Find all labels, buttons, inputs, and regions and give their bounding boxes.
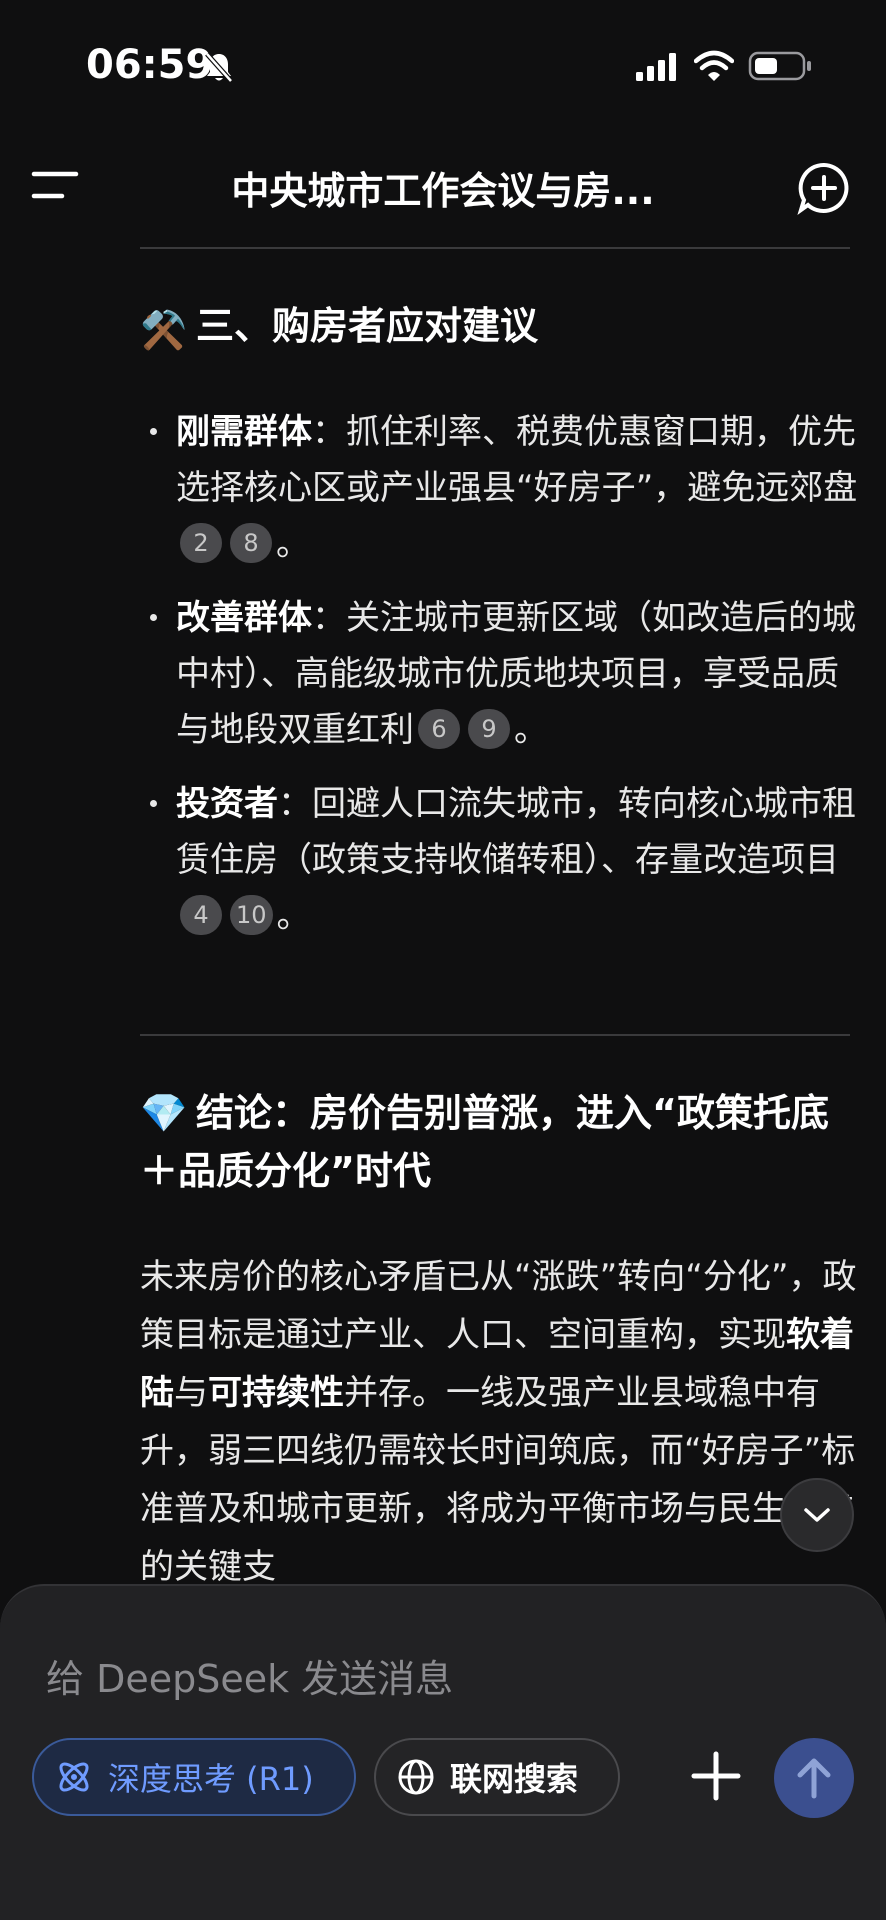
send-button[interactable] [774, 1738, 854, 1818]
section-title: 三、购房者应对建议 [196, 304, 539, 348]
list-item-term: 刚需群体 [176, 412, 312, 452]
page-title[interactable]: 中央城市工作会议与房... [150, 160, 736, 215]
tools-icon: ⚒️ [140, 308, 188, 352]
paragraph-text: 与 [174, 1373, 208, 1413]
bell-slash-icon [205, 52, 233, 83]
citation-badge[interactable]: 8 [230, 523, 272, 563]
header: 中央城市工作会议与房... [0, 150, 886, 222]
status-bar: 06:59 [0, 0, 886, 130]
section-heading: ⚒️ 三、购房者应对建议 [140, 298, 538, 358]
conclusion-heading: 💎 结论：房价告别普涨，进入“政策托底＋品质分化”时代 [140, 1084, 860, 1200]
list-item-end: 。 [276, 896, 311, 936]
list-item: 改善群体：关注城市更新区域（如改造后的城中村）、高能级城市优质地块项目，享受品质… [140, 590, 860, 758]
citation-badge[interactable]: 9 [468, 709, 510, 749]
list-item-term: 投资者 [176, 784, 278, 824]
list-item: 投资者：回避人口流失城市，转向核心城市租赁住房（政策支持收储转租）、存量改造项目… [140, 776, 860, 944]
deepthink-toggle[interactable]: 深度思考 (R1) [32, 1738, 356, 1816]
atom-icon [59, 1762, 89, 1792]
citation-badge[interactable]: 6 [418, 709, 460, 749]
citation-badge[interactable]: 2 [180, 523, 222, 563]
battery-icon [748, 51, 811, 81]
advice-list: 刚需群体：抓住利率、税费优惠窗口期，优先选择核心区或产业强县“好房子”，避免远郊… [140, 404, 860, 962]
conclusion-title: 结论：房价告别普涨，进入“政策托底＋品质分化”时代 [140, 1091, 829, 1193]
chevron-down-icon [804, 1508, 830, 1522]
paragraph-text: 未来房价的核心矛盾已从“涨跌”转向“分化”，政策目标是通过产业、人口、空间重构，… [140, 1257, 857, 1355]
wifi-icon [694, 50, 734, 81]
citation-badge[interactable]: 4 [180, 895, 222, 935]
arrow-up-icon [797, 1758, 831, 1799]
list-item-end: 。 [276, 524, 310, 564]
status-time: 06:59 [86, 42, 214, 88]
list-item-term: 改善群体 [176, 598, 312, 638]
list-item-sep: ： [312, 598, 346, 638]
message-input[interactable] [44, 1646, 828, 1712]
list-item-sep: ： [312, 412, 346, 452]
divider-top [140, 247, 850, 249]
new-chat-icon[interactable] [796, 160, 852, 216]
scroll-down-button[interactable] [780, 1478, 854, 1552]
citation-badge[interactable]: 10 [230, 895, 273, 935]
globe-icon [398, 1759, 434, 1795]
gem-icon: 💎 [140, 1091, 188, 1135]
plus-icon[interactable] [688, 1748, 744, 1804]
divider-middle [140, 1034, 850, 1036]
list-item-end: 。 [514, 710, 548, 750]
list-item-sep: ： [278, 784, 312, 824]
web-search-label: 联网搜索 [450, 1760, 579, 1798]
signal-icon [636, 53, 676, 81]
menu-icon[interactable] [30, 162, 82, 208]
bullet-dot [150, 614, 157, 621]
paragraph-bold: 可持续性 [208, 1373, 344, 1413]
bullet-dot [150, 428, 157, 435]
composer: 深度思考 (R1) 联网搜索 [0, 1584, 886, 1920]
list-item: 刚需群体：抓住利率、税费优惠窗口期，优先选择核心区或产业强县“好房子”，避免远郊… [140, 404, 860, 572]
deepthink-label: 深度思考 (R1) [108, 1760, 314, 1798]
conclusion-paragraph: 未来房价的核心矛盾已从“涨跌”转向“分化”，政策目标是通过产业、人口、空间重构，… [140, 1248, 864, 1596]
web-search-toggle[interactable]: 联网搜索 [374, 1738, 620, 1816]
bullet-dot [150, 800, 157, 807]
